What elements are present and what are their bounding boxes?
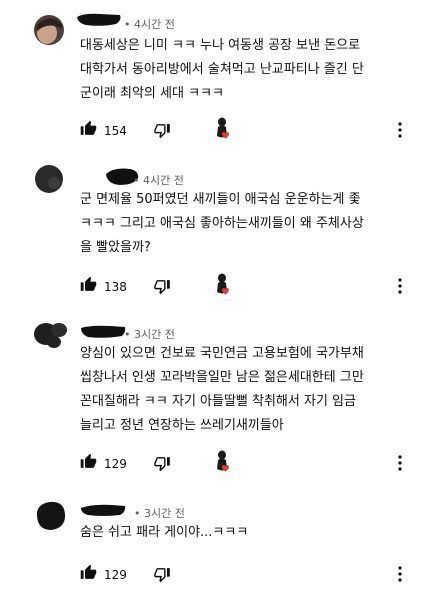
thumbs-down-icon (153, 124, 171, 143)
avatar[interactable] (34, 12, 64, 50)
like-button[interactable]: 154 (80, 120, 127, 141)
thumbs-down-icon (153, 457, 171, 476)
comment-time: • 4시간 전 (124, 18, 175, 31)
comment-text: 군 면제율 50퍼였던 새끼들이 애국심 운운하는게 좇 ㅋㅋㅋ 그리고 애국심… (80, 192, 364, 255)
creator-heart-icon (214, 449, 236, 477)
dislike-button[interactable] (153, 278, 171, 299)
like-button[interactable]: 129 (80, 564, 127, 585)
creator-heart-icon (214, 116, 236, 144)
more-vert-icon (397, 278, 403, 298)
more-vert-icon (397, 566, 403, 586)
avatar[interactable] (34, 320, 68, 354)
comment-actions: 129 (80, 564, 415, 588)
more-options-button[interactable] (397, 455, 403, 475)
thumbs-up-icon (80, 276, 97, 297)
comment-text: 대동세상은 니미 ㅋㅋ 누나 여동생 공장 보낸 돈으로 대학가서 동아리방에서… (80, 38, 364, 101)
comment-actions: 154 (80, 117, 415, 144)
comment-time: • 4시간 전 (133, 174, 184, 187)
more-vert-icon (397, 455, 403, 475)
avatar[interactable] (34, 500, 68, 536)
comment-time: • 3시간 전 (134, 507, 185, 520)
more-vert-icon (397, 122, 403, 142)
like-count: 129 (104, 456, 127, 471)
creator-heart-icon (214, 272, 236, 300)
avatar[interactable] (34, 164, 64, 198)
thumbs-up-icon (80, 453, 97, 474)
comment-actions: 129 (80, 450, 415, 477)
thumbs-down-icon (153, 280, 171, 299)
author-name-redacted[interactable] (80, 324, 126, 340)
thumbs-down-icon (153, 568, 171, 587)
like-count: 129 (104, 567, 127, 582)
more-options-button[interactable] (397, 122, 403, 142)
comment-time: • 3시간 전 (124, 328, 175, 341)
author-name-redacted[interactable] (80, 503, 126, 519)
thumbs-up-icon (80, 564, 97, 585)
like-button[interactable]: 138 (80, 276, 127, 297)
dislike-button[interactable] (153, 122, 171, 143)
dislike-button[interactable] (153, 566, 171, 587)
comment-actions: 138 (80, 273, 415, 300)
author-name-redacted[interactable] (76, 11, 122, 29)
more-options-button[interactable] (397, 566, 403, 586)
like-count: 138 (104, 279, 127, 294)
thumbs-up-icon (80, 120, 97, 141)
like-count: 154 (104, 123, 127, 138)
dislike-button[interactable] (153, 455, 171, 476)
more-options-button[interactable] (397, 278, 403, 298)
comment-text: 양심이 있으면 건보료 국민연금 고용보험에 국가부채 씹창나서 인생 꼬라박을… (80, 346, 364, 433)
comment-text: 숨은 쉬고 패라 게이야...ㅋㅋㅋ (80, 525, 249, 540)
like-button[interactable]: 129 (80, 453, 127, 474)
